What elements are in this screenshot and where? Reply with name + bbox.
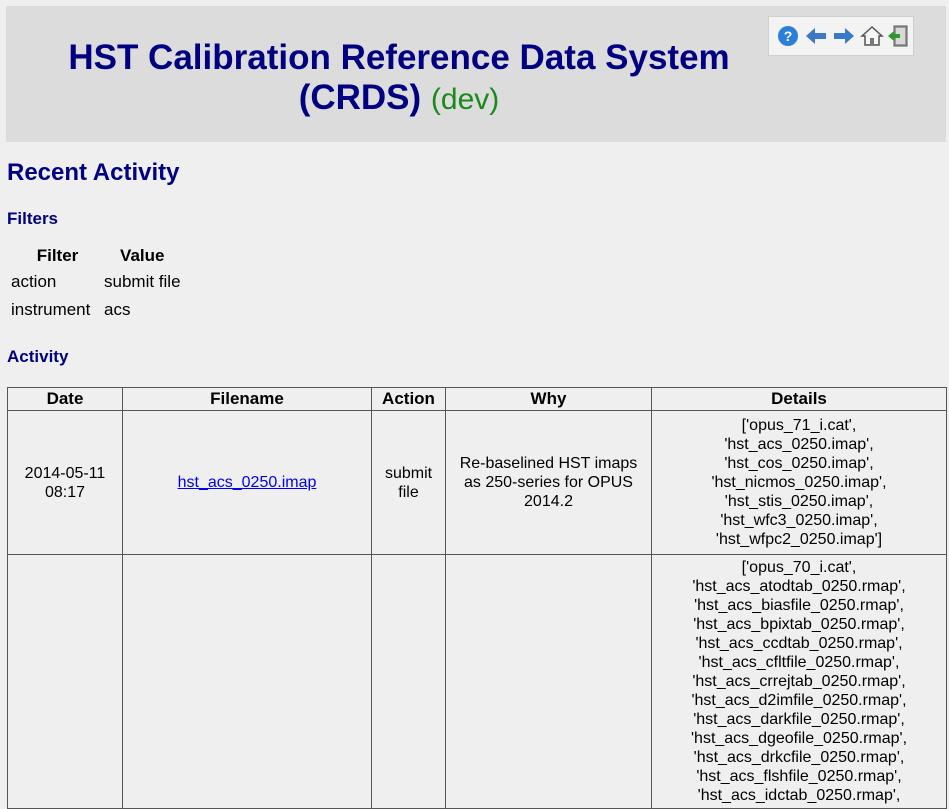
filter-row: action submit file [11,270,181,298]
activity-heading: Activity [7,347,69,366]
details-line: 'hst_stis_0250.imap', [724,493,874,510]
details-line: 'hst_acs_d2imfile_0250.rmap', [691,692,907,709]
details-line: ['opus_71_i.cat', [741,417,857,434]
date-column-header[interactable]: Date [7,387,123,411]
details-line: 'hst_wfc3_0250.imap', [720,512,878,529]
why-cell [445,554,652,809]
filter-value: acs [104,300,131,319]
details-cell: ['opus_70_i.cat', 'hst_acs_atodtab_0250.… [651,554,947,809]
details-line: 'hst_acs_cfltfile_0250.rmap', [698,654,900,671]
filename-cell [122,554,372,809]
details-line: 'hst_wfpc2_0250.imap'] [715,531,883,548]
details-line: 'hst_acs_0250.imap', [724,436,874,453]
env-badge: (dev) [430,83,500,116]
page-heading: Recent Activity [7,159,180,186]
details-line: 'hst_acs_crrejtab_0250.rmap', [692,673,906,690]
details-line: 'hst_acs_idctab_0250.rmap', [697,787,901,804]
filename-column-header[interactable]: Filename [122,387,372,411]
table-row: 2014-05-11 08:17 hst_acs_0250.imap submi… [7,410,947,555]
details-line: 'hst_acs_atodtab_0250.rmap', [692,578,906,595]
details-line: 'hst_acs_darkfile_0250.rmap', [693,711,905,728]
details-line: 'hst_cos_0250.imap', [724,455,874,472]
back-arrow-icon[interactable] [804,24,828,48]
table-row: ['opus_70_i.cat', 'hst_acs_atodtab_0250.… [7,554,947,809]
filter-row: instrument acs [11,298,181,326]
filter-value: submit file [104,272,181,291]
forward-arrow-icon[interactable] [832,24,856,48]
date-cell: 2014-05-11 08:17 [7,410,123,555]
page-header: HST Calibration Reference Data System (C… [6,6,946,142]
home-icon[interactable] [860,24,884,48]
why-column-header[interactable]: Why [445,387,652,411]
title-crds: (CRDS) [298,78,422,117]
filters-heading: Filters [7,209,59,228]
filter-name: instrument [11,300,91,319]
filters-table: Filter Value action submit file instrume… [11,246,181,326]
details-line: 'hst_acs_flshfile_0250.rmap', [696,768,902,785]
title-line-2: (CRDS) (dev) [6,78,792,120]
why-cell: Re-baselined HST imaps as 250-series for… [445,410,652,555]
title-line-1: HST Calibration Reference Data System [68,38,730,77]
activity-table: Date Filename Action Why Details 2014-05… [7,387,947,809]
value-column-header: Value [120,246,165,265]
action-column-header[interactable]: Action [371,387,446,411]
action-cell [371,554,446,809]
action-cell: submit file [371,410,446,555]
filter-column-header: Filter [36,246,79,265]
filename-cell: hst_acs_0250.imap [122,410,372,555]
nav-icon-bar: ? [768,16,914,56]
details-line: 'hst_acs_bpixtab_0250.rmap', [693,616,905,633]
activity-header-row: Date Filename Action Why Details [7,387,947,411]
details-column-header[interactable]: Details [651,387,947,411]
details-line: 'hst_nicmos_0250.imap', [711,474,887,491]
svg-text:?: ? [784,28,793,44]
date-cell [7,554,123,809]
page-title: HST Calibration Reference Data System (C… [6,38,792,120]
details-line: 'hst_acs_ccdtab_0250.rmap', [695,635,903,652]
filter-name: action [11,272,57,291]
details-cell: ['opus_71_i.cat', 'hst_acs_0250.imap', '… [651,410,947,555]
details-line: ['opus_70_i.cat', [741,559,857,576]
help-icon[interactable]: ? [776,24,800,48]
details-line: 'hst_acs_biasfile_0250.rmap', [694,597,904,614]
details-line: 'hst_acs_dgeofile_0250.rmap', [690,730,908,747]
logout-icon[interactable] [886,24,910,48]
details-line: 'hst_acs_drkcfile_0250.rmap', [693,749,905,766]
filename-link[interactable]: hst_acs_0250.imap [178,474,317,491]
